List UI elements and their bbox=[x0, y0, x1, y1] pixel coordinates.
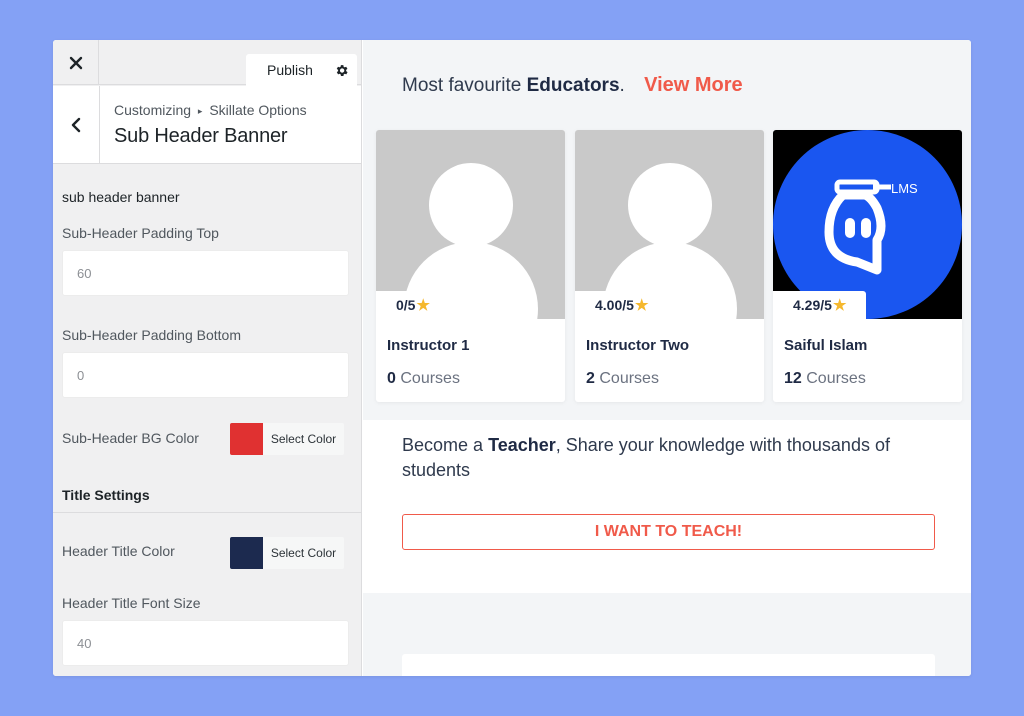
view-more-link[interactable]: View More bbox=[644, 74, 743, 96]
customizer-panel: Publish Customizing ▸ Skillate Options S… bbox=[53, 40, 362, 676]
become-teacher-section: Become a Teacher, Share your knowledge w… bbox=[363, 420, 971, 593]
logo-text: LMS bbox=[891, 181, 918, 196]
heading-prefix: Most favourite bbox=[402, 75, 522, 96]
publish-area: Publish bbox=[246, 54, 357, 86]
teach-bold: Teacher bbox=[488, 435, 556, 455]
divider bbox=[53, 512, 361, 513]
title-color-picker[interactable]: Select Color bbox=[230, 537, 344, 569]
publish-button[interactable]: Publish bbox=[246, 62, 330, 78]
bg-color-picker[interactable]: Select Color bbox=[230, 423, 344, 455]
educator-card[interactable]: LMS 4.29/5 ★ Saiful Islam 12 Courses bbox=[773, 130, 962, 402]
bg-select-color-button[interactable]: Select Color bbox=[263, 423, 344, 455]
bottom-card bbox=[402, 654, 935, 676]
courses-count: 2 bbox=[586, 370, 595, 387]
rating-badge: 4.00/5 ★ bbox=[575, 291, 669, 319]
section-header: Customizing ▸ Skillate Options Sub Heade… bbox=[53, 86, 361, 164]
courses-count: 12 bbox=[784, 370, 802, 387]
settings-button[interactable] bbox=[330, 59, 352, 81]
chevron-left-icon bbox=[71, 117, 81, 132]
app-window: Publish Customizing ▸ Skillate Options S… bbox=[53, 40, 971, 676]
heading-bold: Educators bbox=[526, 75, 620, 96]
title-color-label: Header Title Color bbox=[62, 543, 175, 559]
educator-avatar: 4.00/5 ★ bbox=[575, 130, 764, 319]
star-icon: ★ bbox=[416, 297, 430, 314]
title-font-size-label: Header Title Font Size bbox=[62, 595, 201, 611]
padding-top-input[interactable]: 60 bbox=[62, 250, 349, 296]
educator-name[interactable]: Instructor 1 bbox=[387, 337, 470, 354]
courses-count: 0 bbox=[387, 370, 396, 387]
rating-value: 4.29/5 bbox=[793, 297, 832, 313]
educator-card[interactable]: 4.00/5 ★ Instructor Two 2 Courses bbox=[575, 130, 764, 402]
title-font-size-input[interactable]: 40 bbox=[62, 620, 349, 666]
title-select-color-button[interactable]: Select Color bbox=[263, 537, 344, 569]
title-settings-heading: Title Settings bbox=[62, 487, 150, 503]
educator-name[interactable]: Instructor Two bbox=[586, 337, 689, 354]
teach-prefix: Become a bbox=[402, 435, 484, 455]
educator-avatar: LMS 4.29/5 ★ bbox=[773, 130, 962, 319]
courses-label: Courses bbox=[806, 370, 866, 387]
close-icon bbox=[69, 56, 82, 69]
rating-badge: 0/5 ★ bbox=[376, 291, 450, 319]
bg-color-label: Sub-Header BG Color bbox=[62, 430, 199, 446]
padding-top-label: Sub-Header Padding Top bbox=[62, 225, 219, 241]
courses-label: Courses bbox=[599, 370, 659, 387]
heading-suffix: . bbox=[619, 75, 625, 96]
breadcrumb-root: Customizing bbox=[114, 102, 192, 118]
educators-heading: Most favourite Educators. View More bbox=[402, 74, 743, 97]
title-color-swatch[interactable] bbox=[230, 537, 263, 569]
rating-badge: 4.29/5 ★ bbox=[773, 291, 867, 319]
avatar-head bbox=[429, 163, 513, 247]
avatar-head bbox=[628, 163, 712, 247]
breadcrumb-separator: ▸ bbox=[197, 106, 203, 116]
teach-button[interactable]: I WANT TO TEACH! bbox=[402, 514, 935, 550]
educator-avatar: 0/5 ★ bbox=[376, 130, 565, 319]
star-icon: ★ bbox=[634, 297, 649, 314]
courses-label: Courses bbox=[400, 370, 460, 387]
gear-icon bbox=[336, 64, 348, 76]
star-icon: ★ bbox=[832, 297, 847, 314]
back-button[interactable] bbox=[53, 86, 100, 163]
padding-bottom-label: Sub-Header Padding Bottom bbox=[62, 327, 241, 343]
close-button[interactable] bbox=[53, 40, 99, 85]
educator-courses: 0 Courses bbox=[387, 370, 460, 388]
customizer-topbar: Publish bbox=[53, 40, 361, 86]
educator-courses: 12 Courses bbox=[784, 370, 866, 388]
site-preview: Most favourite Educators. View More 0/5 ★… bbox=[363, 40, 971, 676]
rating-value: 0/5 bbox=[396, 297, 416, 313]
section-title: Sub Header Banner bbox=[114, 125, 288, 147]
become-teacher-text: Become a Teacher, Share your knowledge w… bbox=[402, 433, 942, 483]
section-label: sub header banner bbox=[62, 189, 180, 205]
padding-bottom-input[interactable]: 0 bbox=[62, 352, 349, 398]
educator-card[interactable]: 0/5 ★ Instructor 1 0 Courses bbox=[376, 130, 565, 402]
educator-courses: 2 Courses bbox=[586, 370, 659, 388]
educator-name[interactable]: Saiful Islam bbox=[784, 337, 867, 354]
breadcrumb: Customizing ▸ Skillate Options bbox=[114, 102, 307, 118]
breadcrumb-parent: Skillate Options bbox=[209, 102, 307, 118]
rating-value: 4.00/5 bbox=[595, 297, 634, 313]
bg-color-swatch[interactable] bbox=[230, 423, 263, 455]
